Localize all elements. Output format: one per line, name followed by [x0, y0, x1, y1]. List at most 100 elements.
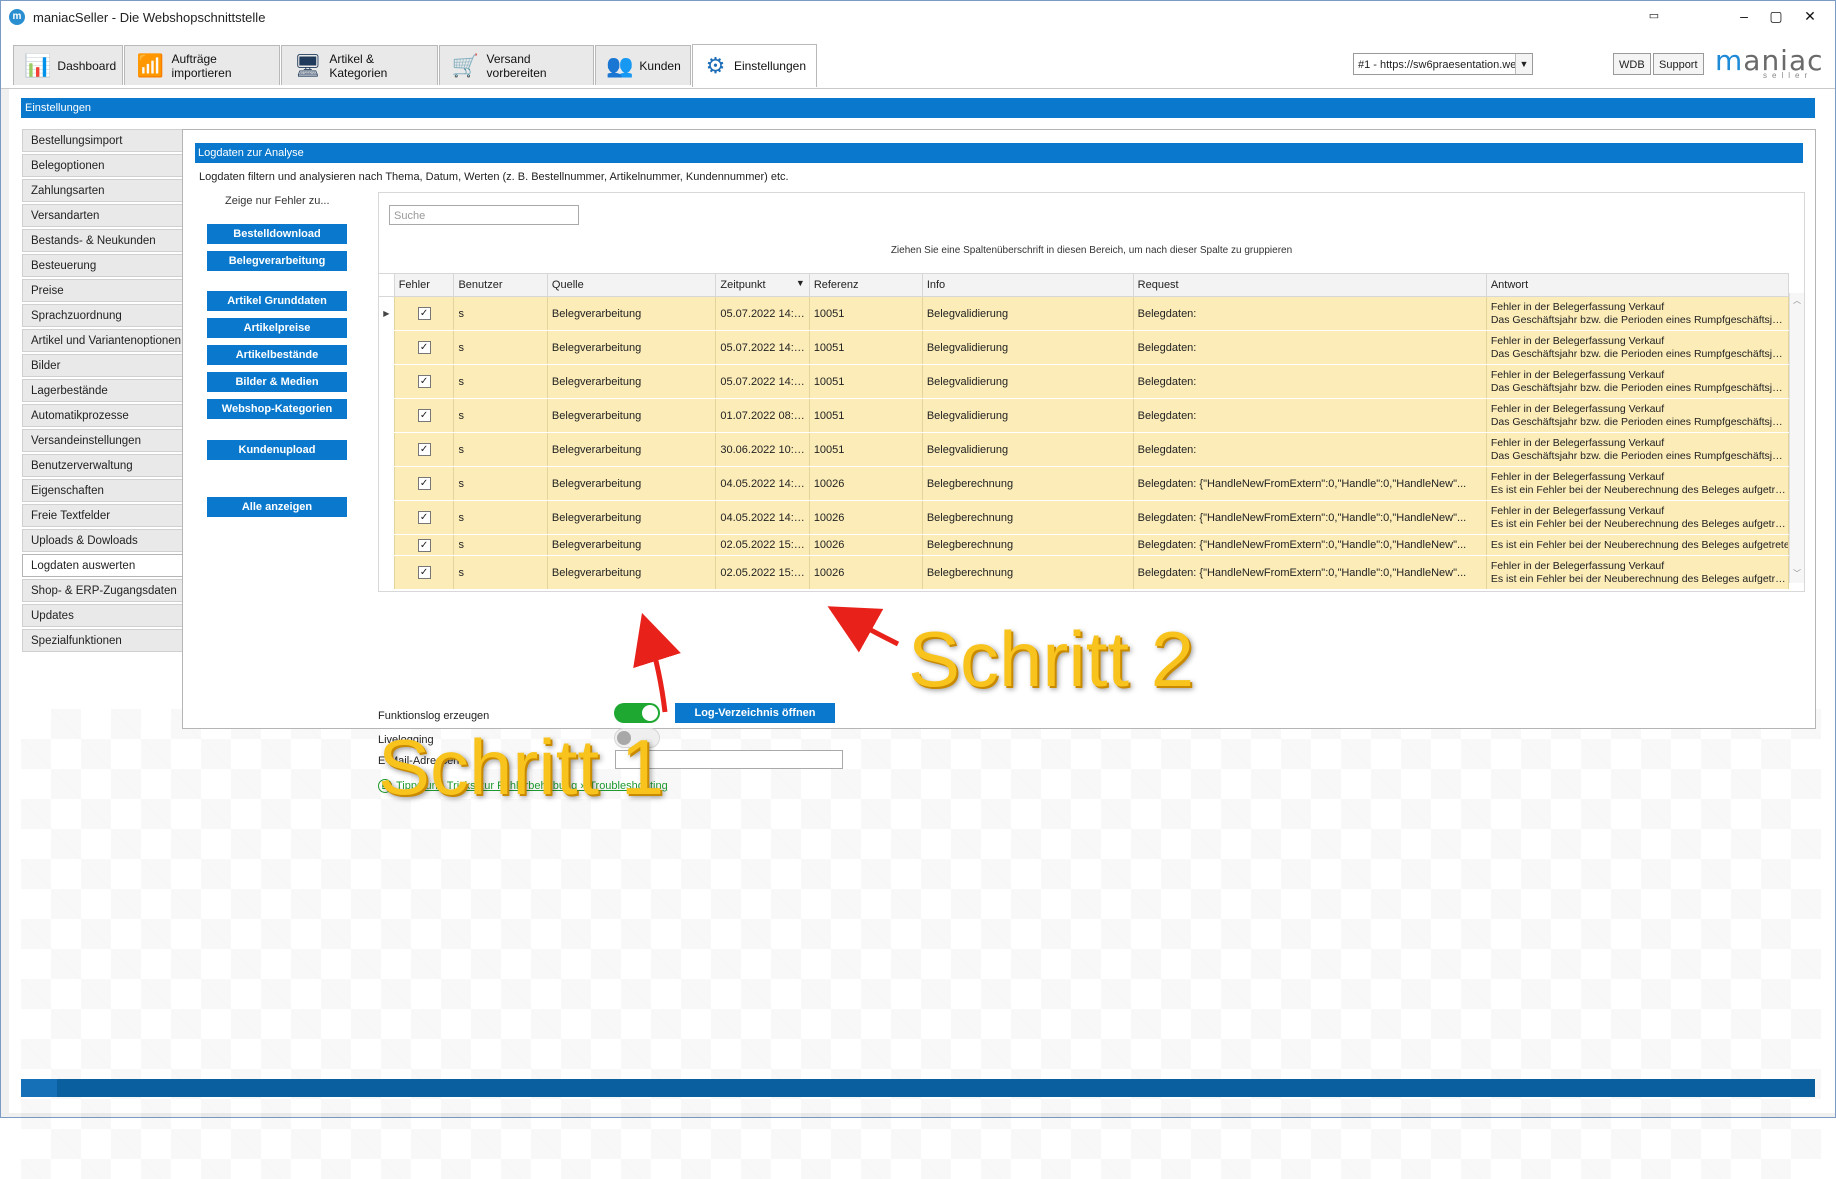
sidebar-item[interactable]: Versandarten [22, 204, 182, 227]
column-header-zeitpunkt[interactable]: Zeitpunkt ▼ [715, 273, 810, 297]
settings-sidebar: Bestellungsimport Belegoptionen Zahlungs… [22, 129, 182, 654]
tab-kunden[interactable]: 👥 Kunden [595, 45, 691, 85]
cell-request: Belegdaten: [1133, 296, 1487, 331]
restore-display-icon[interactable]: ▭ [1639, 5, 1669, 27]
table-row[interactable]: ✓ s Belegverarbeitung 01.07.2022 08:59:.… [379, 398, 1790, 433]
section-title: Einstellungen [21, 98, 1815, 118]
tab-versand-vorbereiten[interactable]: 🛒 Versand vorbereiten [439, 45, 594, 85]
cell-time: 05.07.2022 14:08:... [715, 330, 810, 365]
checkbox-checked-icon[interactable]: ✓ [417, 409, 431, 422]
sidebar-item[interactable]: Bestellungsimport [22, 129, 182, 152]
sidebar-item[interactable]: Eigenschaften [22, 479, 182, 502]
column-header-info[interactable]: Info [921, 273, 1134, 297]
tab-auftraege-importieren[interactable]: 📶 Aufträge importieren [124, 45, 280, 85]
table-row[interactable]: ✓ s Belegverarbeitung 02.05.2022 15:29:.… [379, 555, 1790, 590]
sidebar-item[interactable]: Uploads & Dowloads [22, 529, 182, 552]
table-row[interactable]: ▶ ✓ s Belegverarbeitung 05.07.2022 14:10… [379, 296, 1790, 331]
sidebar-item[interactable]: Sprachzuordnung [22, 304, 182, 327]
sidebar-item[interactable]: Freie Textfelder [22, 504, 182, 527]
table-row[interactable]: ✓ s Belegverarbeitung 05.07.2022 14:06:.… [379, 364, 1790, 399]
fehler-checkbox-cell[interactable]: ✓ [394, 330, 455, 365]
filter-belegverarbeitung-button[interactable]: Belegverarbeitung [207, 251, 347, 271]
cell-info: Belegvalidierung [922, 330, 1134, 365]
close-button[interactable]: ✕ [1795, 5, 1825, 27]
cell-time: 01.07.2022 08:59:... [715, 398, 810, 433]
sidebar-item[interactable]: Lagerbestände [22, 379, 182, 402]
tab-einstellungen[interactable]: ⚙ Einstellungen [692, 44, 817, 87]
checkbox-checked-icon[interactable]: ✓ [417, 477, 431, 490]
annotation-step2: Schritt 2 [908, 615, 1195, 703]
column-header-referenz[interactable]: Referenz [808, 273, 923, 297]
tab-dashboard[interactable]: 📊 Dashboard [13, 45, 123, 85]
sidebar-item-logdaten-auswerten[interactable]: Logdaten auswerten [22, 554, 182, 577]
column-header-request[interactable]: Request [1132, 273, 1487, 297]
table-row[interactable]: ✓ s Belegverarbeitung 05.07.2022 14:08:.… [379, 330, 1790, 365]
sidebar-item[interactable]: Spezialfunktionen [22, 629, 182, 652]
table-row[interactable]: ✓ s Belegverarbeitung 04.05.2022 14:44:.… [379, 466, 1790, 501]
table-row[interactable]: ✓ s Belegverarbeitung 30.06.2022 10:33:.… [379, 432, 1790, 467]
sidebar-item[interactable]: Artikel und Variantenoptionen [22, 329, 182, 352]
sidebar-item[interactable]: Benutzerverwaltung [22, 454, 182, 477]
search-input[interactable]: Suche [389, 205, 579, 225]
fehler-checkbox-cell[interactable]: ✓ [394, 398, 455, 433]
minimize-button[interactable]: – [1729, 5, 1759, 27]
log-verzeichnis-oeffnen-button[interactable]: Log-Verzeichnis öffnen [675, 703, 835, 723]
filter-kundenupload-button[interactable]: Kundenupload [207, 440, 347, 460]
fehler-checkbox-cell[interactable]: ✓ [394, 500, 455, 535]
cell-answer: Fehler in der Belegerfassung Verkauf Es i… [1486, 555, 1790, 590]
cell-user: s [453, 330, 548, 365]
filter-webshop-kategorien-button[interactable]: Webshop-Kategorien [207, 399, 347, 419]
shop-selector[interactable]: #1 - https://sw6praesentation.webshopsch… [1353, 53, 1533, 75]
fehler-checkbox-cell[interactable]: ✓ [394, 432, 455, 467]
filter-artikelpreise-button[interactable]: Artikelpreise [207, 318, 347, 338]
fehler-checkbox-cell[interactable]: ✓ [394, 466, 455, 501]
support-button[interactable]: Support [1653, 53, 1704, 75]
column-header-quelle[interactable]: Quelle [546, 273, 717, 297]
scroll-down-icon[interactable]: ﹀ [1790, 568, 1804, 579]
checkbox-checked-icon[interactable]: ✓ [417, 443, 431, 456]
fehler-checkbox-cell[interactable]: ✓ [394, 296, 455, 331]
sidebar-item[interactable]: Versandeinstellungen [22, 429, 182, 452]
cell-source: Belegverarbeitung [547, 330, 717, 365]
row-indicator-icon: ▶ [379, 296, 395, 331]
table-row[interactable]: ✓ s Belegverarbeitung 04.05.2022 14:41:.… [379, 500, 1790, 535]
funktionslog-toggle[interactable] [614, 703, 660, 723]
table-row[interactable]: ✓ s Belegverarbeitung 02.05.2022 15:33:.… [379, 534, 1790, 556]
sidebar-item[interactable]: Besteuerung [22, 254, 182, 277]
chevron-down-icon[interactable]: ▼ [1515, 54, 1532, 74]
vertical-scrollbar[interactable]: ︿ ﹀ [1789, 293, 1804, 583]
filter-bilder-medien-button[interactable]: Bilder & Medien [207, 372, 347, 392]
cell-info: Belegvalidierung [922, 398, 1134, 433]
scroll-up-icon[interactable]: ︿ [1790, 295, 1804, 306]
cell-answer: Fehler in der Belegerfassung Verkauf Das … [1486, 398, 1790, 433]
sidebar-item[interactable]: Updates [22, 604, 182, 627]
sidebar-item[interactable]: Bilder [22, 354, 182, 377]
fehler-checkbox-cell[interactable]: ✓ [394, 555, 455, 590]
filter-artikelbestaende-button[interactable]: Artikelbestände [207, 345, 347, 365]
fehler-checkbox-cell[interactable]: ✓ [394, 364, 455, 399]
column-header-antwort[interactable]: Antwort [1485, 273, 1790, 297]
checkbox-checked-icon[interactable]: ✓ [417, 375, 431, 388]
sidebar-item[interactable]: Belegoptionen [22, 154, 182, 177]
filter-bestelldownload-button[interactable]: Bestelldownload [207, 224, 347, 244]
sidebar-item[interactable]: Shop- & ERP-Zugangsdaten [22, 579, 182, 602]
wdb-button[interactable]: WDB [1613, 53, 1651, 75]
fehler-checkbox-cell[interactable]: ✓ [394, 534, 455, 556]
column-header-benutzer[interactable]: Benutzer [453, 273, 548, 297]
sidebar-item[interactable]: Automatikprozesse [22, 404, 182, 427]
sidebar-item[interactable]: Preise [22, 279, 182, 302]
cell-time: 02.05.2022 15:33:... [715, 534, 810, 556]
sidebar-item[interactable]: Zahlungsarten [22, 179, 182, 202]
column-header-fehler[interactable]: Fehler [393, 273, 455, 297]
checkbox-checked-icon[interactable]: ✓ [417, 538, 431, 552]
sidebar-item[interactable]: Bestands- & Neukunden [22, 229, 182, 252]
log-grid: Suche Ziehen Sie eine Spaltenüberschrift… [378, 192, 1805, 592]
maximize-button[interactable]: ▢ [1761, 5, 1791, 27]
checkbox-checked-icon[interactable]: ✓ [417, 307, 431, 320]
checkbox-checked-icon[interactable]: ✓ [417, 341, 431, 354]
tab-artikel-kategorien[interactable]: 🖥 Artikel & Kategorien [281, 45, 438, 85]
checkbox-checked-icon[interactable]: ✓ [417, 566, 431, 579]
checkbox-checked-icon[interactable]: ✓ [417, 511, 431, 524]
filter-artikel-grunddaten-button[interactable]: Artikel Grunddaten [207, 291, 347, 311]
filter-alle-anzeigen-button[interactable]: Alle anzeigen [207, 497, 347, 517]
